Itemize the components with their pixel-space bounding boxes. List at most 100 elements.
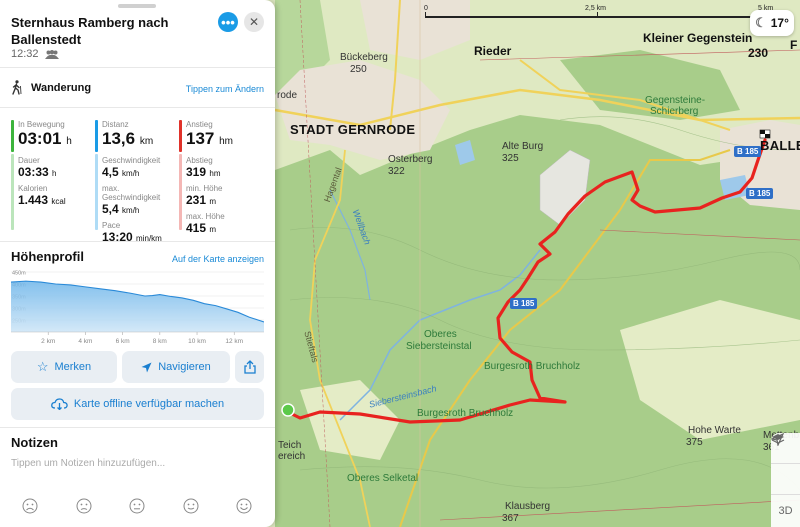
duration-label: Dauer [18,156,40,165]
map-label-schierberg: Schierberg [650,106,699,117]
map-label-hohe-warte: Hohe Warte [688,425,741,436]
profile-x-tick-label: 8 km [153,338,167,345]
3d-toggle-button[interactable]: 3D [771,495,800,526]
share-button[interactable] [235,351,264,383]
share-icon [243,360,256,374]
road-badge-b185: B 185 [510,298,538,309]
more-options-button[interactable]: ••• [218,12,238,32]
map-label-burgesroth-2: Burgesroth Bruchholz [417,408,514,419]
road-badge-b185: B 185 [734,146,762,157]
scale-label-2-5: 2,5 km [585,5,607,12]
show-on-map-link[interactable]: Auf der Karte anzeigen [172,254,264,264]
map-label-alte-burg: Alte Burg [502,141,544,152]
ascent-color-bar [179,120,182,152]
map-tools: 3D [771,433,800,527]
stats-motion: In Bewegung 03:01 h Dauer 03:33 h Kalori… [11,120,93,230]
route-title: Sternhaus Ramberg nach Ballenstedt [11,15,169,47]
route-start-marker[interactable] [281,403,295,417]
navigate-button-label: Navigieren [158,361,211,373]
divider [0,67,275,68]
layers-icon [771,434,785,444]
notes-input[interactable]: Tippen um Notizen hinzuzufügen... [11,458,165,469]
weather-temperature: 17° [770,16,789,30]
map-label-kleiner-gegenstein: Kleiner Gegenstein [643,31,753,45]
map-scale-bar: 0 2,5 km 5 km [424,5,785,20]
star-icon: ☆ [36,359,49,374]
route-time: 12:32 [11,48,39,60]
route-end-marker[interactable] [759,129,771,139]
remember-button-label: Merken [54,361,92,373]
cloud-download-icon [51,398,68,410]
map-label-siebersteinstal: Siebersteinstal [406,341,472,352]
face-sad-icon[interactable] [76,498,92,514]
ascent-label: Anstieg [186,120,213,129]
profile-area [11,281,264,332]
elevation-profile-chart[interactable]: 450m400m350m300m250m2 km4 km6 km8 km10 k… [11,270,264,346]
stats-distance: Distanz 13,6 km Geschwindigkeit 4,5 km/h… [95,120,177,244]
map-label-alte-burg-elevation: 325 [502,153,519,164]
change-activity-link[interactable]: Tippen zum Ändern [186,84,264,94]
map-label-ballenstedt: BALLEN [760,138,800,153]
speed-value: 4,5 km/h [102,165,140,179]
max-speed-label: max. Geschwindigkeit [102,184,161,202]
route-detail-panel: Sternhaus Ramberg nach Ballenstedt 12:32… [0,0,275,527]
distance-label: Distanz [102,120,129,129]
close-icon: ✕ [248,15,260,29]
distance-color-bar [95,154,98,230]
map-label-klausberg: Klausberg [505,501,551,512]
group-icon [44,49,59,59]
speed-label: Geschwindigkeit [102,156,161,165]
map-label-osterberg-elevation: 322 [388,166,405,177]
divider [0,427,275,428]
rating-faces [22,498,252,514]
route-subtitle: 12:32 [11,48,59,60]
offline-map-button[interactable]: Karte offline verfügbar machen [11,388,264,420]
profile-y-tick-label: 450m [12,271,26,277]
moon-icon: ☾ [755,15,767,30]
calories-value: 1.443 kcal [18,193,66,207]
divider [0,241,275,242]
layers-button[interactable] [771,434,800,495]
face-very-sad-icon[interactable] [22,498,38,514]
panel-grabber[interactable] [118,4,156,8]
weather-widget[interactable]: ☾ 17° [750,10,794,36]
distance-value: 13,6 km [102,129,154,148]
hiking-icon [12,80,22,95]
divider [0,107,275,108]
stats-ascent: Anstieg 137 hm Abstieg 319 hm min. Höhe … [179,120,261,235]
map-label-klausberg-elevation: 367 [502,513,519,524]
max-elevation-label: max. Höhe [186,212,225,221]
moving-time-label: In Bewegung [18,120,65,129]
map-label-ereich: ereich [278,451,306,462]
min-elevation-value: 231 m [186,193,217,207]
map-label-kleiner-gegenstein-elevation: 230 [748,46,769,60]
elevation-profile-title: Höhenprofil [11,249,84,264]
profile-x-tick-label: 10 km [188,338,206,345]
map-label-bueckeberg: Bückeberg [340,52,388,63]
map-label-f: F [790,38,798,52]
face-neutral-icon[interactable] [129,498,145,514]
pace-label: Pace [102,221,121,230]
profile-x-tick-label: 2 km [41,338,55,345]
map-label-stadt-gernrode: STADT GERNRODE [290,122,416,137]
close-button[interactable]: ✕ [244,12,264,32]
map-label-osterberg: Osterberg [388,154,433,165]
min-elevation-label: min. Höhe [186,184,223,193]
face-very-happy-icon[interactable] [236,498,252,514]
remember-button[interactable]: ☆ Merken [11,351,117,383]
profile-x-tick-label: 12 km [225,338,243,345]
activity-label: Wanderung [31,81,92,94]
activity-type[interactable]: Wanderung [11,80,91,95]
descent-value: 319 hm [186,165,221,179]
map-label-ode: rode [277,90,298,101]
map-label-oberes: Oberes [424,329,457,340]
max-elevation-value: 415 m [186,221,217,235]
navigate-button[interactable]: Navigieren [122,351,230,383]
map-label-oberes-selketal: Oberes Selketal [347,473,419,484]
duration-value: 03:33 h [18,165,57,179]
pace-value: 13:20 min/km [102,230,162,244]
face-happy-icon[interactable] [183,498,199,514]
navigation-arrow-icon [141,362,152,372]
ascent-value: 137 hm [186,129,234,148]
notes-title: Notizen [11,435,58,450]
